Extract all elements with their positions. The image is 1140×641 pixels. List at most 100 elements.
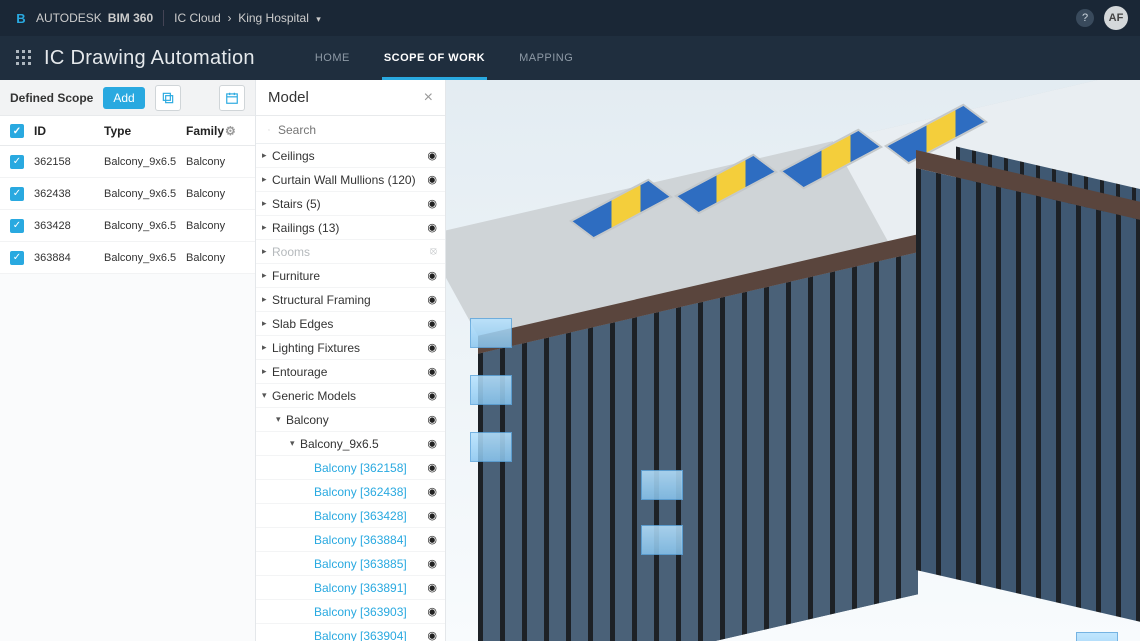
tree-node[interactable]: ▸Structural Framing◉ <box>256 288 445 312</box>
tab-mapping[interactable]: MAPPING <box>519 36 573 80</box>
col-id[interactable]: ID <box>34 124 104 138</box>
visibility-icon[interactable]: ◉ <box>427 581 437 594</box>
tree-leaf[interactable]: Balcony [363903]◉ <box>256 600 445 624</box>
visibility-icon[interactable]: ◉ <box>427 365 437 378</box>
tree-caret-icon[interactable]: ▸ <box>262 342 272 353</box>
tree-caret-icon[interactable]: ▸ <box>262 246 272 257</box>
tree-leaf[interactable]: Balcony [363885]◉ <box>256 552 445 576</box>
add-button[interactable]: Add <box>103 87 144 109</box>
col-family[interactable]: Family <box>186 124 225 138</box>
tree-label: Structural Framing <box>272 293 427 307</box>
table-row[interactable]: ✓363884Balcony_9x6.5Balcony <box>0 242 255 274</box>
visibility-icon[interactable]: ◉ <box>427 605 437 618</box>
tree-caret-icon[interactable]: ▸ <box>262 294 272 305</box>
tree-leaf[interactable]: Balcony [362438]◉ <box>256 480 445 504</box>
visibility-icon[interactable]: ◉ <box>427 509 437 522</box>
tree-node[interactable]: ▸Rooms⦻ <box>256 240 445 264</box>
visibility-icon[interactable]: ◉ <box>427 461 437 474</box>
apps-grid-icon[interactable] <box>16 50 32 66</box>
tree-caret-icon[interactable]: ▸ <box>262 270 272 281</box>
breadcrumb[interactable]: IC Cloud › King Hospital ▾ <box>174 11 321 25</box>
copy-button[interactable] <box>155 85 181 111</box>
defined-scope-panel: Defined Scope Add ✓ ID Type Family ⚙ ✓36… <box>0 80 256 641</box>
tree-caret-icon[interactable]: ▾ <box>276 414 286 425</box>
row-checkbox[interactable]: ✓ <box>10 251 24 265</box>
visibility-icon[interactable]: ◉ <box>427 197 437 210</box>
model-panel-title: Model <box>268 89 309 106</box>
tree-leaf[interactable]: Balcony [363891]◉ <box>256 576 445 600</box>
calendar-button[interactable] <box>219 85 245 111</box>
close-icon[interactable]: × <box>424 89 433 107</box>
avatar[interactable]: AF <box>1104 6 1128 30</box>
visibility-icon[interactable]: ◉ <box>427 533 437 546</box>
tree-caret-icon[interactable]: ▸ <box>262 174 272 185</box>
tree-leaf[interactable]: Balcony [362158]◉ <box>256 456 445 480</box>
visibility-icon[interactable]: ◉ <box>427 629 437 641</box>
tree-leaf[interactable]: Balcony [363884]◉ <box>256 528 445 552</box>
scope-panel-header: Defined Scope Add <box>0 80 255 116</box>
tree-node[interactable]: ▾Balcony◉ <box>256 408 445 432</box>
visibility-icon[interactable]: ◉ <box>427 413 437 426</box>
tree-node[interactable]: ▸Entourage◉ <box>256 360 445 384</box>
tree-caret-icon[interactable]: ▾ <box>262 390 272 401</box>
tree-node[interactable]: ▸Slab Edges◉ <box>256 312 445 336</box>
tree-leaf[interactable]: Balcony [363904]◉ <box>256 624 445 641</box>
tree-leaf[interactable]: Balcony [363428]◉ <box>256 504 445 528</box>
tree-node[interactable]: ▸Ceilings◉ <box>256 144 445 168</box>
tree-label: Entourage <box>272 365 427 379</box>
visibility-icon[interactable]: ◉ <box>427 485 437 498</box>
tree-node[interactable]: ▸Stairs (5)◉ <box>256 192 445 216</box>
visibility-icon[interactable]: ◉ <box>427 341 437 354</box>
brand-product: BIM 360 <box>108 11 153 25</box>
tree-node[interactable]: ▾Generic Models◉ <box>256 384 445 408</box>
3d-viewer[interactable]: ⌂ <box>446 80 1140 641</box>
search-input[interactable] <box>278 123 433 137</box>
tree-caret-icon[interactable]: ▸ <box>262 222 272 233</box>
scope-header-label: Defined Scope <box>10 91 93 105</box>
visibility-icon[interactable]: ◉ <box>427 173 437 186</box>
tree-node[interactable]: ▸Furniture◉ <box>256 264 445 288</box>
select-all-checkbox[interactable]: ✓ <box>10 124 24 138</box>
tree-label: Rooms <box>272 245 430 259</box>
visibility-icon[interactable]: ◉ <box>427 317 437 330</box>
tree-node[interactable]: ▸Curtain Wall Mullions (120)◉ <box>256 168 445 192</box>
tab-home[interactable]: HOME <box>315 36 350 80</box>
tree-node[interactable]: ▸Lighting Fixtures◉ <box>256 336 445 360</box>
table-row[interactable]: ✓362158Balcony_9x6.5Balcony <box>0 146 255 178</box>
visibility-icon[interactable]: ◉ <box>427 149 437 162</box>
tree-label: Balcony_9x6.5 <box>300 437 427 451</box>
model-search <box>256 116 445 144</box>
tree-caret-icon[interactable]: ▾ <box>290 438 300 449</box>
tab-scope-of-work[interactable]: SCOPE OF WORK <box>384 36 485 80</box>
product-bar: B AUTODESK BIM 360 IC Cloud › King Hospi… <box>0 0 1140 36</box>
visibility-icon[interactable]: ⦻ <box>430 245 437 258</box>
table-row[interactable]: ✓363428Balcony_9x6.5Balcony <box>0 210 255 242</box>
tree-caret-icon[interactable]: ▸ <box>262 318 272 329</box>
col-type[interactable]: Type <box>104 124 186 138</box>
cell-type: Balcony_9x6.5 <box>104 220 186 232</box>
row-checkbox[interactable]: ✓ <box>10 219 24 233</box>
tree-node[interactable]: ▾Balcony_9x6.5◉ <box>256 432 445 456</box>
visibility-icon[interactable]: ◉ <box>427 557 437 570</box>
scope-table-header: ✓ ID Type Family ⚙ <box>0 116 255 146</box>
tree-caret-icon[interactable]: ▸ <box>262 150 272 161</box>
visibility-icon[interactable]: ◉ <box>427 221 437 234</box>
tree-label: Balcony [363904] <box>314 629 427 641</box>
gear-icon[interactable]: ⚙ <box>225 124 245 138</box>
tree-node[interactable]: ▸Railings (13)◉ <box>256 216 445 240</box>
row-checkbox[interactable]: ✓ <box>10 187 24 201</box>
tree-caret-icon[interactable]: ▸ <box>262 366 272 377</box>
visibility-icon[interactable]: ◉ <box>427 293 437 306</box>
cell-family: Balcony <box>186 252 245 264</box>
help-icon[interactable]: ? <box>1076 9 1094 27</box>
tree-caret-icon[interactable]: ▸ <box>262 198 272 209</box>
visibility-icon[interactable]: ◉ <box>427 389 437 402</box>
visibility-icon[interactable]: ◉ <box>427 437 437 450</box>
cell-family: Balcony <box>186 220 245 232</box>
app-title: IC Drawing Automation <box>44 47 255 70</box>
visibility-icon[interactable]: ◉ <box>427 269 437 282</box>
tree-label: Balcony [362158] <box>314 461 427 475</box>
main-layout: Defined Scope Add ✓ ID Type Family ⚙ ✓36… <box>0 80 1140 641</box>
table-row[interactable]: ✓362438Balcony_9x6.5Balcony <box>0 178 255 210</box>
row-checkbox[interactable]: ✓ <box>10 155 24 169</box>
